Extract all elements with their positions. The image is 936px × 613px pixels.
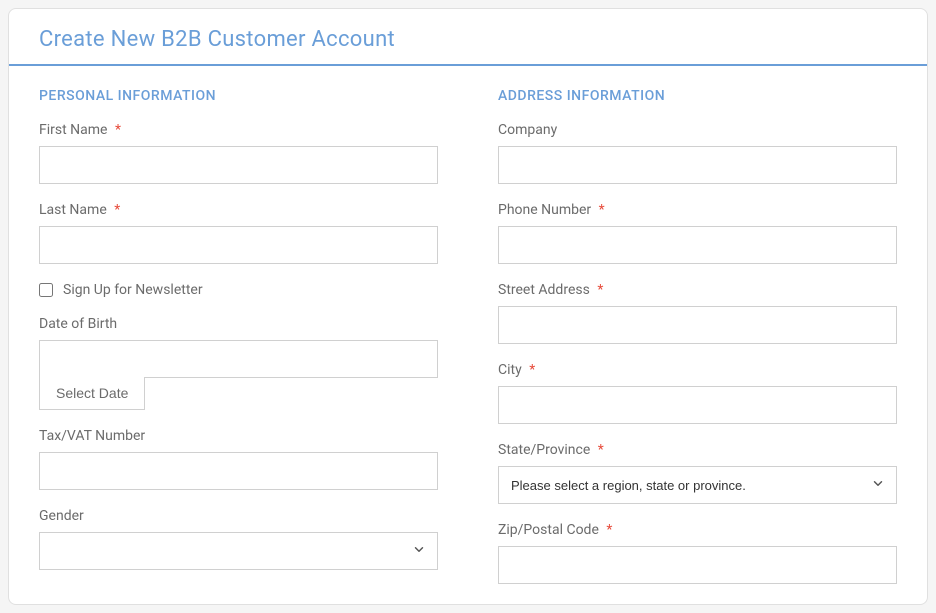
state-field: State/Province * Please select a region,… [498,442,897,504]
zip-field: Zip/Postal Code * [498,522,897,584]
first-name-input[interactable] [39,146,438,184]
personal-section-title: PERSONAL INFORMATION [39,88,438,104]
page-title: Create New B2B Customer Account [39,27,897,52]
city-label-text: City [498,362,522,378]
phone-field: Phone Number * [498,202,897,264]
state-select-wrapper: Please select a region, state or provinc… [498,466,897,504]
phone-label: Phone Number * [498,202,897,218]
tax-field: Tax/VAT Number [39,428,438,490]
first-name-field: First Name * [39,122,438,184]
gender-label: Gender [39,508,438,524]
street-input[interactable] [498,306,897,344]
required-marker: * [598,442,604,458]
form-container: Create New B2B Customer Account PERSONAL… [8,8,928,605]
first-name-label: First Name * [39,122,438,138]
required-marker: * [114,202,120,218]
gender-select-wrapper [39,532,438,570]
state-label: State/Province * [498,442,897,458]
last-name-input[interactable] [39,226,438,264]
form-content: PERSONAL INFORMATION First Name * Last N… [9,66,927,604]
street-field: Street Address * [498,282,897,344]
address-column: ADDRESS INFORMATION Company Phone Number… [498,88,897,584]
company-field: Company [498,122,897,184]
required-marker: * [599,202,605,218]
dob-label: Date of Birth [39,316,438,332]
required-marker: * [606,522,612,538]
city-input[interactable] [498,386,897,424]
dob-field: Date of Birth Select Date [39,316,438,410]
zip-input[interactable] [498,546,897,584]
last-name-field: Last Name * [39,202,438,264]
phone-label-text: Phone Number [498,202,591,218]
first-name-label-text: First Name [39,122,107,138]
state-label-text: State/Province [498,442,590,458]
required-marker: * [529,362,535,378]
dob-input[interactable] [39,340,438,378]
last-name-label-text: Last Name [39,202,107,218]
gender-field: Gender [39,508,438,570]
street-label: Street Address * [498,282,897,298]
newsletter-row: Sign Up for Newsletter [39,282,438,298]
address-section-title: ADDRESS INFORMATION [498,88,897,104]
company-label: Company [498,122,897,138]
city-field: City * [498,362,897,424]
company-input[interactable] [498,146,897,184]
select-date-button[interactable]: Select Date [39,377,145,410]
tax-label: Tax/VAT Number [39,428,438,444]
last-name-label: Last Name * [39,202,438,218]
newsletter-checkbox[interactable] [39,283,53,297]
zip-label-text: Zip/Postal Code [498,522,599,538]
zip-label: Zip/Postal Code * [498,522,897,538]
required-marker: * [115,122,121,138]
state-select[interactable]: Please select a region, state or provinc… [498,466,897,504]
required-marker: * [597,282,603,298]
personal-column: PERSONAL INFORMATION First Name * Last N… [39,88,438,584]
city-label: City * [498,362,897,378]
street-label-text: Street Address [498,282,590,298]
tax-input[interactable] [39,452,438,490]
form-header: Create New B2B Customer Account [9,9,927,66]
phone-input[interactable] [498,226,897,264]
gender-select[interactable] [39,532,438,570]
newsletter-label[interactable]: Sign Up for Newsletter [63,282,203,298]
